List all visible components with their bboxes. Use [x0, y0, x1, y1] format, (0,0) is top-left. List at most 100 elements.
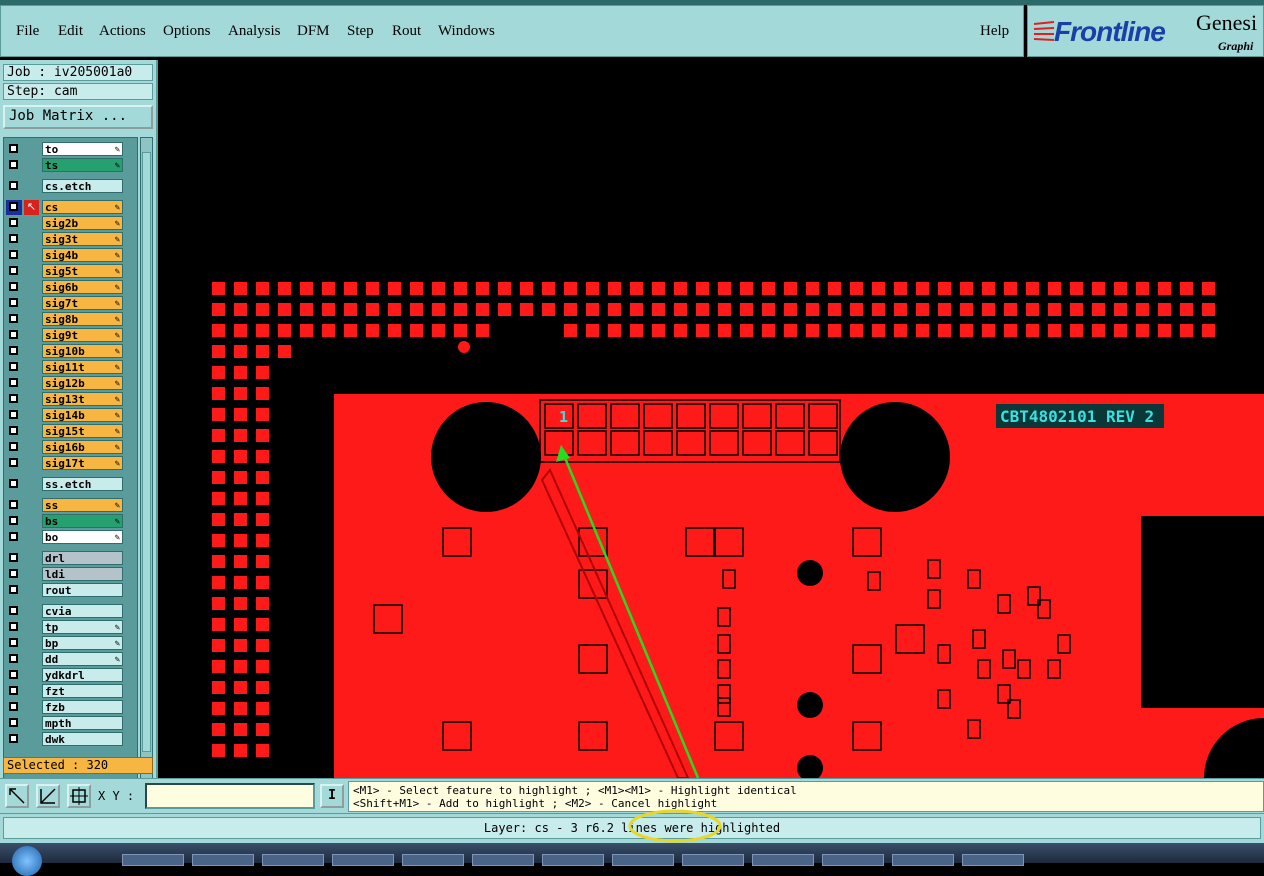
- scrollbar-thumb[interactable]: [142, 152, 151, 752]
- layer-checkbox[interactable]: [9, 569, 18, 578]
- layer-checkbox[interactable]: [9, 394, 18, 403]
- layer-checkbox[interactable]: [9, 282, 18, 291]
- menu-file[interactable]: File: [16, 23, 39, 40]
- layer-name[interactable]: tp ✎: [42, 620, 123, 634]
- layer-row[interactable]: sig16b ✎: [6, 440, 136, 455]
- layer-name[interactable]: sig4b ✎: [42, 248, 123, 262]
- taskbar-item[interactable]: [332, 854, 394, 866]
- layer-name[interactable]: sig16b ✎: [42, 440, 123, 454]
- taskbar-item[interactable]: [612, 854, 674, 866]
- layer-name[interactable]: drl: [42, 551, 123, 565]
- layer-checkbox[interactable]: [9, 266, 18, 275]
- layer-checkbox[interactable]: [9, 314, 18, 323]
- layer-list-scrollbar[interactable]: [140, 137, 153, 813]
- layer-checkbox[interactable]: [9, 734, 18, 743]
- layer-checkbox[interactable]: [9, 330, 18, 339]
- layer-checkbox[interactable]: [9, 181, 18, 190]
- layer-name[interactable]: cs.etch: [42, 179, 123, 193]
- layer-name[interactable]: dd ✎: [42, 652, 123, 666]
- layer-row[interactable]: mpth: [6, 716, 136, 731]
- layer-row[interactable]: fzb: [6, 700, 136, 715]
- taskbar-item[interactable]: [682, 854, 744, 866]
- menu-windows[interactable]: Windows: [438, 23, 495, 40]
- layer-checkbox[interactable]: [9, 500, 18, 509]
- layer-name[interactable]: bs ✎: [42, 514, 123, 528]
- info-button[interactable]: I: [320, 784, 344, 808]
- layer-name[interactable]: to ✎: [42, 142, 123, 156]
- layer-row[interactable]: sig2b ✎: [6, 216, 136, 231]
- zoom-fit-icon[interactable]: [5, 784, 29, 808]
- layer-name[interactable]: sig2b ✎: [42, 216, 123, 230]
- layer-row[interactable]: sig17t ✎: [6, 456, 136, 471]
- layer-checkbox[interactable]: [9, 234, 18, 243]
- layer-checkbox[interactable]: [9, 442, 18, 451]
- layer-name[interactable]: rout: [42, 583, 123, 597]
- layer-checkbox[interactable]: [9, 218, 18, 227]
- layer-row[interactable]: sig15t ✎: [6, 424, 136, 439]
- layer-row[interactable]: ss.etch: [6, 477, 136, 492]
- menu-help[interactable]: Help: [980, 23, 1009, 40]
- layer-name[interactable]: ldi: [42, 567, 123, 581]
- layer-checkbox[interactable]: [9, 250, 18, 259]
- layer-row[interactable]: ss ✎: [6, 498, 136, 513]
- layer-row[interactable]: rout: [6, 583, 136, 598]
- layer-checkbox[interactable]: [9, 410, 18, 419]
- layer-name[interactable]: sig11t ✎: [42, 360, 123, 374]
- layer-checkbox[interactable]: [9, 202, 18, 211]
- menu-edit[interactable]: Edit: [58, 23, 83, 40]
- layer-name[interactable]: ss.etch: [42, 477, 123, 491]
- layer-name[interactable]: sig13t ✎: [42, 392, 123, 406]
- taskbar-item[interactable]: [402, 854, 464, 866]
- layer-name[interactable]: sig15t ✎: [42, 424, 123, 438]
- layer-checkbox[interactable]: [9, 702, 18, 711]
- layer-name[interactable]: sig14b ✎: [42, 408, 123, 422]
- layer-row[interactable]: fzt: [6, 684, 136, 699]
- taskbar-item[interactable]: [752, 854, 814, 866]
- taskbar-item[interactable]: [822, 854, 884, 866]
- taskbar-item[interactable]: [542, 854, 604, 866]
- job-matrix-button[interactable]: Job Matrix ...: [3, 105, 153, 129]
- layer-name[interactable]: mpth: [42, 716, 123, 730]
- menu-step[interactable]: Step: [347, 23, 374, 40]
- taskbar-item[interactable]: [472, 854, 534, 866]
- layer-checkbox[interactable]: [9, 686, 18, 695]
- layer-checkbox[interactable]: [9, 458, 18, 467]
- menu-analysis[interactable]: Analysis: [228, 23, 281, 40]
- layer-checkbox[interactable]: [9, 298, 18, 307]
- layer-name[interactable]: sig7t ✎: [42, 296, 123, 310]
- layer-name[interactable]: bo ✎: [42, 530, 123, 544]
- layer-name[interactable]: sig17t ✎: [42, 456, 123, 470]
- layer-row[interactable]: bo ✎: [6, 530, 136, 545]
- layer-name[interactable]: sig10b ✎: [42, 344, 123, 358]
- layer-row[interactable]: cvia: [6, 604, 136, 619]
- layer-name[interactable]: ss ✎: [42, 498, 123, 512]
- layer-row[interactable]: bs ✎: [6, 514, 136, 529]
- layer-name[interactable]: sig9t ✎: [42, 328, 123, 342]
- layer-checkbox[interactable]: [9, 606, 18, 615]
- layer-row[interactable]: sig11t ✎: [6, 360, 136, 375]
- layer-row[interactable]: ts ✎: [6, 158, 136, 173]
- layer-name[interactable]: fzt: [42, 684, 123, 698]
- layer-row[interactable]: sig4b ✎: [6, 248, 136, 263]
- layer-name[interactable]: sig6b ✎: [42, 280, 123, 294]
- layer-row[interactable]: sig9t ✎: [6, 328, 136, 343]
- layer-checkbox[interactable]: [9, 654, 18, 663]
- layer-row[interactable]: ldi: [6, 567, 136, 582]
- layer-row[interactable]: sig12b ✎: [6, 376, 136, 391]
- layer-checkbox[interactable]: [9, 362, 18, 371]
- layer-checkbox[interactable]: [9, 638, 18, 647]
- layer-row[interactable]: ↖ cs ✎: [6, 200, 136, 215]
- xy-coordinate-input[interactable]: [145, 783, 315, 809]
- snap-grid-icon[interactable]: [67, 784, 91, 808]
- layer-name[interactable]: sig3t ✎: [42, 232, 123, 246]
- start-button-icon[interactable]: [12, 846, 42, 876]
- layer-name[interactable]: dwk: [42, 732, 123, 746]
- layer-checkbox[interactable]: [9, 144, 18, 153]
- layer-name[interactable]: cvia: [42, 604, 123, 618]
- layer-row[interactable]: sig7t ✎: [6, 296, 136, 311]
- layer-checkbox[interactable]: [9, 479, 18, 488]
- layer-checkbox[interactable]: [9, 378, 18, 387]
- menu-actions[interactable]: Actions: [99, 23, 146, 40]
- menu-rout[interactable]: Rout: [392, 23, 421, 40]
- layer-row[interactable]: dwk: [6, 732, 136, 747]
